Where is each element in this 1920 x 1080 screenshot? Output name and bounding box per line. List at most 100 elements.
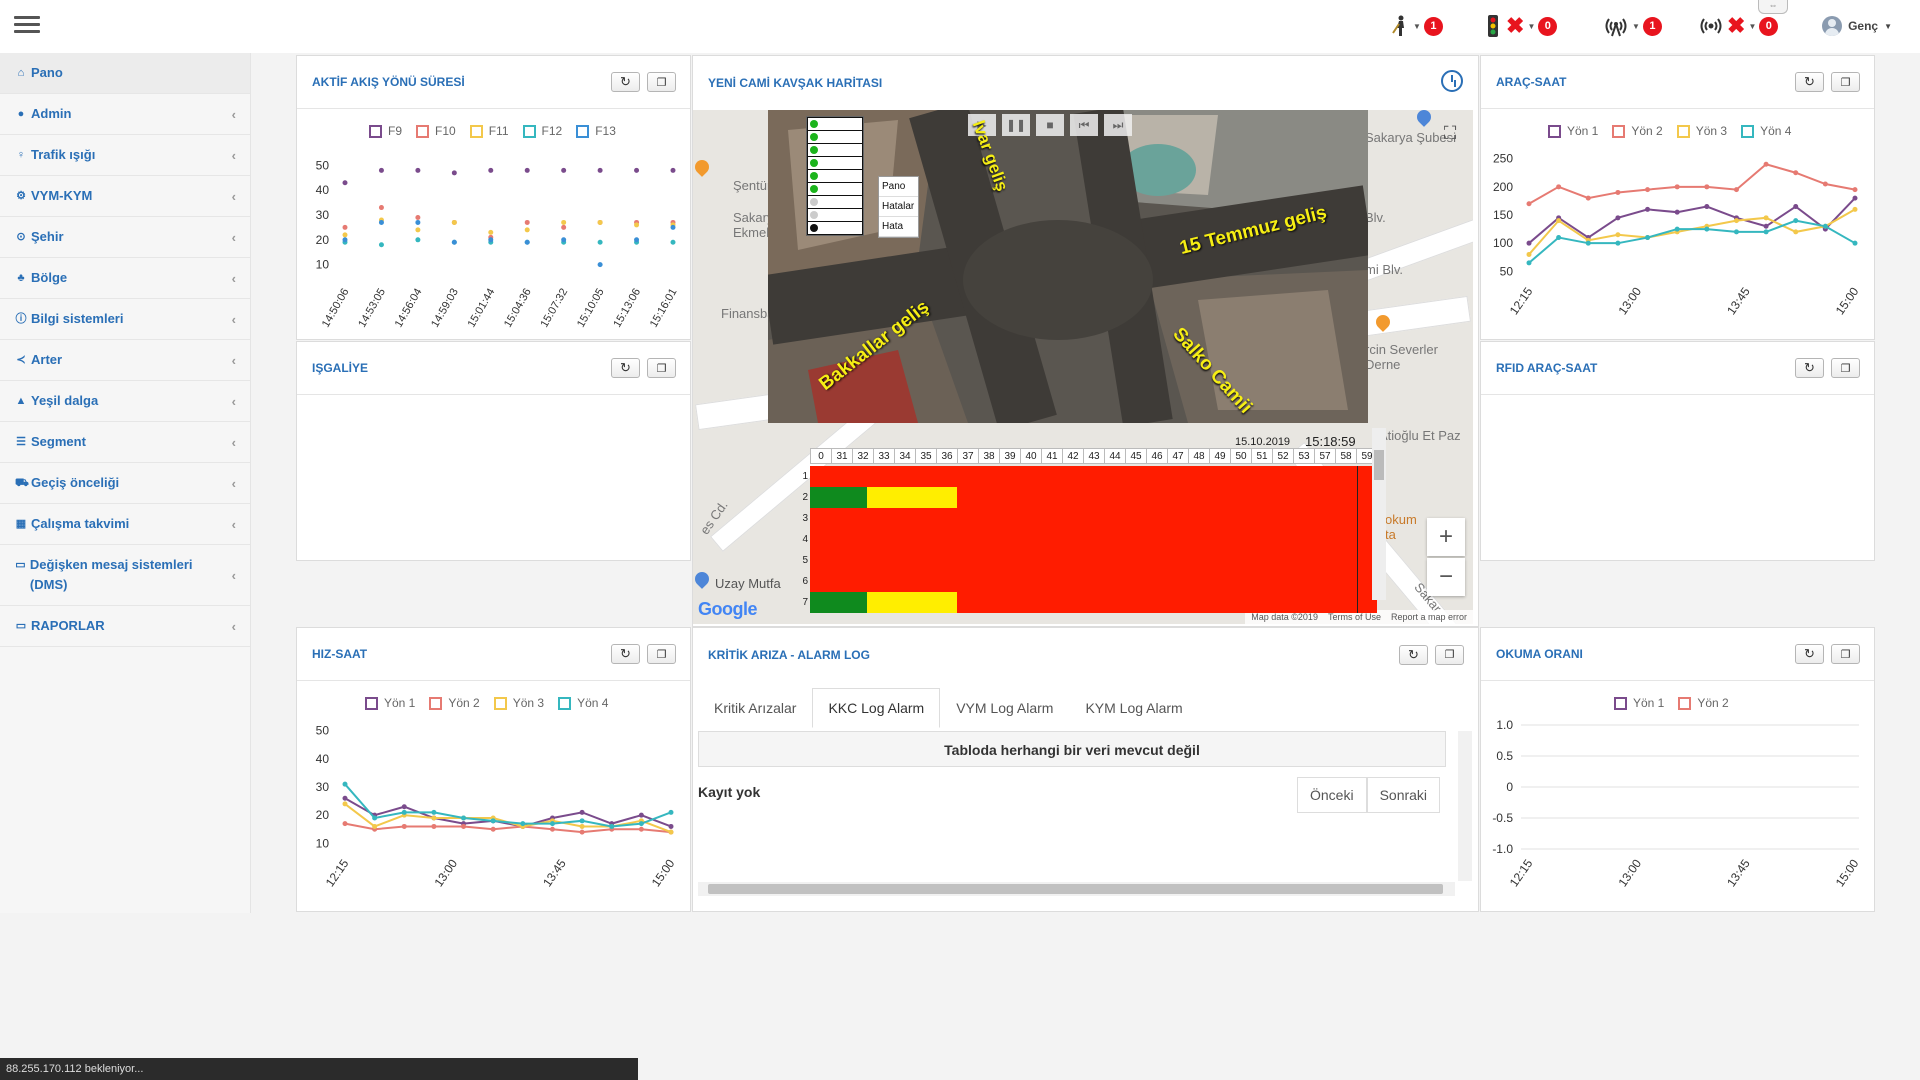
map-pin-icon[interactable] bbox=[693, 569, 712, 589]
legend-item[interactable]: Yön 3 bbox=[493, 696, 544, 710]
data-point bbox=[490, 826, 496, 832]
legend-item[interactable]: Yön 4 bbox=[558, 696, 608, 710]
expand-button[interactable]: ❐ bbox=[1831, 358, 1860, 378]
sidebar-item-sehir[interactable]: ⊙ Şehir ‹ bbox=[0, 217, 250, 258]
topbar-item-antenna[interactable]: ▼ 1 bbox=[1603, 14, 1662, 38]
panel-kritik-ariza: KRİTİK ARIZA - ALARM LOG ↻ ❐ bbox=[692, 627, 1479, 912]
hamburger-menu-icon[interactable] bbox=[14, 16, 40, 36]
sidebar-item-admin[interactable]: ● Admin ‹ bbox=[0, 94, 250, 135]
y-tick-label: 40 bbox=[316, 183, 330, 197]
overlay-menu-item[interactable]: Hatalar bbox=[879, 197, 918, 217]
overlay-menu-item[interactable]: Hata bbox=[879, 217, 918, 237]
timeline-segment bbox=[810, 508, 1377, 529]
sidebar-item-bolge[interactable]: ♣ Bölge ‹ bbox=[0, 258, 250, 299]
topbar-item-traffic-man[interactable]: ▼ 1 bbox=[1390, 14, 1443, 38]
panel-title: ARAÇ-SAAT bbox=[1496, 75, 1567, 89]
legend-item[interactable]: Yön 2 bbox=[429, 696, 480, 710]
legend-item[interactable]: F10 bbox=[416, 124, 456, 138]
sidebar-item-calisma-takvimi[interactable]: ▦ Çalışma takvimi ‹ bbox=[0, 504, 250, 545]
timeline-tick: 40 bbox=[1021, 449, 1042, 463]
sidebar-item-trafik-isigi[interactable]: ♀ Trafik ışığı ‹ bbox=[0, 135, 250, 176]
legend-item[interactable]: Yön 4 bbox=[1741, 124, 1791, 138]
zoom-out-button[interactable]: − bbox=[1427, 558, 1465, 596]
clock-icon[interactable] bbox=[1441, 70, 1463, 92]
y-tick-label: 100 bbox=[1493, 236, 1513, 250]
skip-forward-button[interactable]: ⏭ bbox=[1104, 114, 1132, 136]
refresh-button[interactable]: ↻ bbox=[611, 72, 640, 92]
tab-kym-log-alarm[interactable]: KYM Log Alarm bbox=[1069, 688, 1198, 728]
map-pin-icon[interactable] bbox=[1414, 110, 1434, 127]
tab-kkc-log-alarm[interactable]: KKC Log Alarm bbox=[812, 688, 941, 728]
legend-item[interactable]: Yön 1 bbox=[1548, 124, 1598, 138]
legend-item[interactable]: Yön 2 bbox=[1678, 696, 1729, 710]
sidebar-item-pano[interactable]: ⌂ Pano bbox=[0, 53, 250, 94]
legend-item[interactable]: Yön 1 bbox=[365, 696, 415, 710]
topbar-item-traffic-light[interactable]: ✖ ▼ 0 bbox=[1487, 14, 1558, 38]
legend-item[interactable]: Yön 1 bbox=[1614, 696, 1664, 710]
next-page-button[interactable]: Sonraki bbox=[1366, 777, 1441, 813]
chevron-down-icon: ▼ bbox=[1413, 21, 1421, 31]
skip-back-button[interactable]: ⏮ bbox=[1070, 114, 1098, 136]
sidebar-item-dms[interactable]: ▭ Değişken mesaj sistemleri (DMS) ‹ bbox=[0, 545, 250, 606]
data-point bbox=[1674, 184, 1680, 190]
timeline-cursor bbox=[1357, 466, 1358, 487]
stop-button[interactable]: ■ bbox=[1036, 114, 1064, 136]
refresh-button[interactable]: ↻ bbox=[1795, 644, 1824, 664]
tab-kritik-arizalar[interactable]: Kritik Arızalar bbox=[698, 688, 812, 728]
data-point bbox=[597, 262, 603, 268]
overlay-menu-item[interactable]: Pano bbox=[879, 177, 918, 197]
refresh-button[interactable]: ↻ bbox=[611, 358, 640, 378]
vertical-scrollbar[interactable] bbox=[1458, 731, 1472, 881]
user-menu[interactable]: Genç ▼ bbox=[1822, 16, 1892, 36]
expand-button[interactable]: ❐ bbox=[1831, 72, 1860, 92]
legend-item[interactable]: Yön 2 bbox=[1612, 124, 1663, 138]
legend-item[interactable]: F11 bbox=[469, 124, 509, 138]
intersection-aerial-video[interactable]: Pano Hatalar Hata ▶ ❚❚ ■ ⏮ ⏭ lvar geliş … bbox=[768, 110, 1368, 423]
terms-link[interactable]: Terms of Use bbox=[1328, 612, 1381, 622]
expand-button[interactable]: ❐ bbox=[647, 72, 676, 92]
plus-icon: + bbox=[1438, 523, 1453, 550]
legend-item[interactable]: Yön 3 bbox=[1676, 124, 1727, 138]
sidebar-item-vym-kym[interactable]: ⚙ VYM-KYM ‹ bbox=[0, 176, 250, 217]
fullscreen-button[interactable]: ⛶ bbox=[1435, 118, 1465, 148]
overlay-menu: Pano Hatalar Hata bbox=[878, 176, 919, 238]
pause-button[interactable]: ❚❚ bbox=[1002, 114, 1030, 136]
sidebar-item-gecis-onceligi[interactable]: ⛟ Geçiş önceliği ‹ bbox=[0, 463, 250, 504]
timeline-scrollbar[interactable] bbox=[1372, 428, 1386, 600]
timeline-cursor bbox=[1357, 487, 1358, 508]
legend-item[interactable]: F9 bbox=[369, 124, 402, 138]
status-badge: 1 bbox=[1423, 16, 1443, 36]
refresh-button[interactable]: ↻ bbox=[611, 644, 640, 664]
okuma-orani-chart: 1.0 0.5 0 -0.5 -1.012:15 13:00 13:45 15:00 bbox=[1492, 718, 1861, 889]
sidebar-item-segment[interactable]: ☰ Segment ‹ bbox=[0, 422, 250, 463]
legend-item[interactable]: F13 bbox=[576, 124, 616, 138]
sidebar-item-arter[interactable]: ≺ Arter ‹ bbox=[0, 340, 250, 381]
data-point bbox=[1526, 260, 1532, 266]
map-pin-icon[interactable] bbox=[693, 157, 712, 177]
refresh-button[interactable]: ↻ bbox=[1399, 644, 1428, 665]
legend-item[interactable]: F12 bbox=[522, 124, 562, 138]
panel-aktif-akis: AKTİF AKIŞ YÖNÜ SÜRESİ ↻ ❐ F9 F10 F11 F12… bbox=[296, 55, 691, 340]
zoom-in-button[interactable]: + bbox=[1427, 518, 1465, 556]
expand-button[interactable]: ❐ bbox=[647, 358, 676, 378]
data-point bbox=[1645, 235, 1651, 241]
sidebar-item-yesil-dalga[interactable]: ▲ Yeşil dalga ‹ bbox=[0, 381, 250, 422]
expand-button[interactable]: ❐ bbox=[1435, 644, 1464, 665]
tab-vym-log-alarm[interactable]: VYM Log Alarm bbox=[940, 688, 1069, 728]
chevron-left-icon: ‹ bbox=[231, 434, 236, 450]
legend-swatch bbox=[369, 124, 382, 138]
refresh-button[interactable]: ↻ bbox=[1795, 358, 1824, 378]
sidebar-item-bilgi-sistemleri[interactable]: ⓘ Bilgi sistemleri ‹ bbox=[0, 299, 250, 340]
sidebar-item-raporlar[interactable]: ▭ RAPORLAR ‹ bbox=[0, 606, 250, 647]
horizontal-scrollbar[interactable] bbox=[698, 882, 1455, 896]
home-icon: ⌂ bbox=[17, 67, 25, 79]
resize-handle-icon[interactable]: ⇔ bbox=[1758, 0, 1788, 14]
expand-button[interactable]: ❐ bbox=[1831, 644, 1860, 664]
topbar-item-wireless[interactable]: ✖ ▼ 0 bbox=[1698, 14, 1779, 38]
refresh-button[interactable]: ↻ bbox=[1795, 72, 1824, 92]
prev-page-button[interactable]: Önceki bbox=[1297, 777, 1367, 813]
report-link[interactable]: Report a map error bbox=[1391, 612, 1467, 622]
expand-button[interactable]: ❐ bbox=[647, 644, 676, 664]
timeline-segment bbox=[810, 571, 1377, 592]
y-tick-label: 30 bbox=[316, 780, 330, 794]
